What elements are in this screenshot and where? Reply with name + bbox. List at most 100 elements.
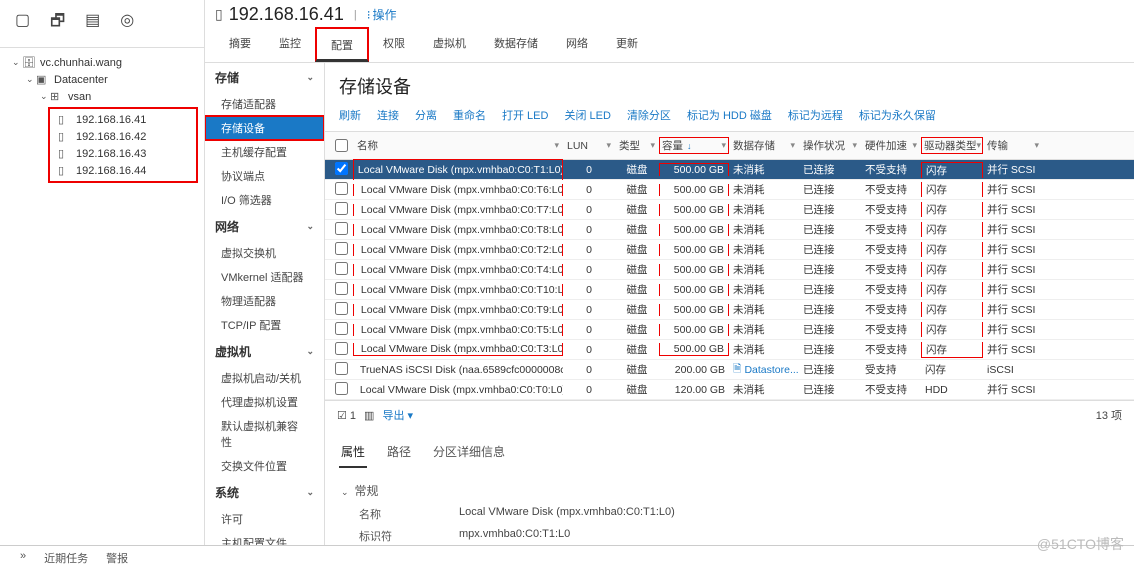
recent-tasks-tab[interactable]: 近期任务 (44, 550, 88, 566)
device-sub-tab[interactable]: 路径 (385, 439, 413, 468)
config-item[interactable]: 代理虚拟机设置 (205, 390, 324, 414)
table-row[interactable]: TrueNAS iSCSI Disk (naa.6589cfc0000008c.… (325, 360, 1134, 380)
datacenter-icon: ▣ (36, 73, 50, 86)
tree-cluster[interactable]: ⌄ ⊞ vsan (8, 88, 204, 105)
filter-icon[interactable]: ▾ (790, 140, 795, 151)
config-item[interactable]: 虚拟交换机 (205, 241, 324, 265)
table-row[interactable]: Local VMware Disk (mpx.vmhba0:C0:T4:L0) … (325, 260, 1134, 280)
row-checkbox[interactable] (335, 382, 348, 395)
bottom-expander-icon[interactable]: » (20, 550, 26, 566)
config-item[interactable]: I/O 筛选器 (205, 188, 324, 212)
main-tab[interactable]: 权限 (369, 27, 419, 62)
chevron-down-icon: ⌄ (341, 487, 349, 497)
main-tab[interactable]: 更新 (602, 27, 652, 62)
network-view-icon[interactable]: ◎ (120, 10, 134, 37)
toolbar-action[interactable]: 标记为永久保留 (859, 107, 936, 123)
toolbar-action[interactable]: 连接 (377, 107, 399, 123)
toolbar-action[interactable]: 打开 LED (502, 107, 548, 123)
main-tab[interactable]: 配置 (315, 27, 369, 62)
main-tab[interactable]: 监控 (265, 27, 315, 62)
storage-view-icon[interactable]: ▤ (85, 10, 100, 37)
row-checkbox[interactable] (335, 282, 348, 295)
row-checkbox[interactable] (335, 342, 348, 355)
row-checkbox[interactable] (335, 262, 348, 275)
filter-icon[interactable]: ▾ (852, 140, 857, 151)
device-sub-tab[interactable]: 属性 (339, 439, 367, 468)
expander-icon[interactable]: ⌄ (40, 91, 50, 102)
toolbar-action[interactable]: 关闭 LED (564, 107, 610, 123)
tree-host[interactable]: ▯192.168.16.43 (52, 145, 194, 162)
config-item[interactable]: VMkernel 适配器 (205, 265, 324, 289)
export-button[interactable]: 导出 ▾ (382, 407, 413, 423)
table-row[interactable]: Local VMware Disk (mpx.vmhba0:C0:T2:L0) … (325, 240, 1134, 260)
table-row[interactable]: Local VMware Disk (mpx.vmhba0:C0:T10:L0)… (325, 280, 1134, 300)
filter-icon[interactable]: ▾ (912, 140, 917, 151)
main-tab[interactable]: 数据存储 (480, 27, 552, 62)
select-all-checkbox[interactable] (335, 139, 348, 152)
expander-icon[interactable]: ⌄ (12, 57, 22, 68)
filter-icon[interactable]: ▾ (977, 140, 982, 151)
config-item[interactable]: 物理适配器 (205, 289, 324, 313)
table-row[interactable]: Local VMware Disk (mpx.vmhba0:C0:T7:L0) … (325, 200, 1134, 220)
config-group[interactable]: 网络⌄ (205, 212, 324, 241)
config-item[interactable]: 主机缓存配置 (205, 140, 324, 164)
main-tab[interactable]: 虚拟机 (419, 27, 480, 62)
filter-icon[interactable]: ▾ (721, 140, 726, 151)
column-picker-icon[interactable]: ▥ (364, 409, 374, 422)
table-row[interactable]: Local VMware Disk (mpx.vmhba0:C0:T6:L0) … (325, 180, 1134, 200)
table-row[interactable]: Local VMware Disk (mpx.vmhba0:C0:T0:L0) … (325, 380, 1134, 400)
tree-host[interactable]: ▯192.168.16.42 (52, 128, 194, 145)
row-checkbox[interactable] (335, 242, 348, 255)
tree-datacenter[interactable]: ⌄ ▣ Datacenter (8, 71, 204, 88)
toolbar-action[interactable]: 刷新 (339, 107, 361, 123)
config-item[interactable]: 交换文件位置 (205, 454, 324, 478)
actions-menu[interactable]: ⁝操作 (367, 6, 397, 23)
hosts-view-icon[interactable]: ▢ (15, 10, 30, 37)
tree-host[interactable]: ▯192.168.16.41 (52, 111, 194, 128)
device-sub-tab[interactable]: 分区详细信息 (431, 439, 507, 468)
toolbar-action[interactable]: 清除分区 (627, 107, 671, 123)
prop-group-general[interactable]: ⌄常规 (339, 476, 1120, 503)
table-row[interactable]: Local VMware Disk (mpx.vmhba0:C0:T5:L0) … (325, 320, 1134, 340)
toolbar-action[interactable]: 标记为远程 (788, 107, 843, 123)
toolbar-action[interactable]: 标记为 HDD 磁盘 (687, 107, 772, 123)
main-tab[interactable]: 网络 (552, 27, 602, 62)
row-checkbox[interactable] (335, 182, 348, 195)
vms-view-icon[interactable]: 🗗 (50, 10, 65, 37)
sort-desc-icon[interactable]: ↓ (687, 141, 692, 151)
alarms-tab[interactable]: 警报 (106, 550, 128, 566)
row-checkbox[interactable] (335, 222, 348, 235)
config-group[interactable]: 存储⌄ (205, 63, 324, 92)
tree-host[interactable]: ▯192.168.16.44 (52, 162, 194, 179)
config-item[interactable]: 存储设备 (205, 116, 324, 140)
expander-icon[interactable]: ⌄ (26, 74, 36, 85)
filter-icon[interactable]: ▾ (1034, 140, 1039, 151)
table-row[interactable]: Local VMware Disk (mpx.vmhba0:C0:T3:L0) … (325, 340, 1134, 360)
inventory-view-switcher: ▢ 🗗 ▤ ◎ (0, 0, 204, 48)
config-item[interactable]: 虚拟机启动/关机 (205, 366, 324, 390)
config-item[interactable]: 存储适配器 (205, 92, 324, 116)
tree-vcenter[interactable]: ⌄ 🗄 vc.chunhai.wang (8, 54, 204, 71)
table-row[interactable]: Local VMware Disk (mpx.vmhba0:C0:T1:L0) … (325, 160, 1134, 180)
config-group[interactable]: 虚拟机⌄ (205, 337, 324, 366)
table-row[interactable]: Local VMware Disk (mpx.vmhba0:C0:T8:L0) … (325, 220, 1134, 240)
filter-icon[interactable]: ▾ (650, 140, 655, 151)
row-checkbox[interactable] (335, 362, 348, 375)
main-tab[interactable]: 摘要 (215, 27, 265, 62)
datastore-link[interactable]: 🗎Datastore... (729, 361, 799, 379)
toolbar-action[interactable]: 重命名 (453, 107, 486, 123)
config-item[interactable]: TCP/IP 配置 (205, 313, 324, 337)
config-group[interactable]: 系统⌄ (205, 478, 324, 507)
chevron-down-icon: ⌄ (306, 72, 314, 83)
row-checkbox[interactable] (335, 202, 348, 215)
config-item[interactable]: 默认虚拟机兼容性 (205, 414, 324, 454)
toolbar-action[interactable]: 分离 (415, 107, 437, 123)
config-item[interactable]: 许可 (205, 507, 324, 531)
row-checkbox[interactable] (335, 162, 348, 175)
row-checkbox[interactable] (335, 322, 348, 335)
filter-icon[interactable]: ▾ (554, 140, 559, 151)
filter-icon[interactable]: ▾ (606, 140, 611, 151)
config-item[interactable]: 协议端点 (205, 164, 324, 188)
table-row[interactable]: Local VMware Disk (mpx.vmhba0:C0:T9:L0) … (325, 300, 1134, 320)
row-checkbox[interactable] (335, 302, 348, 315)
